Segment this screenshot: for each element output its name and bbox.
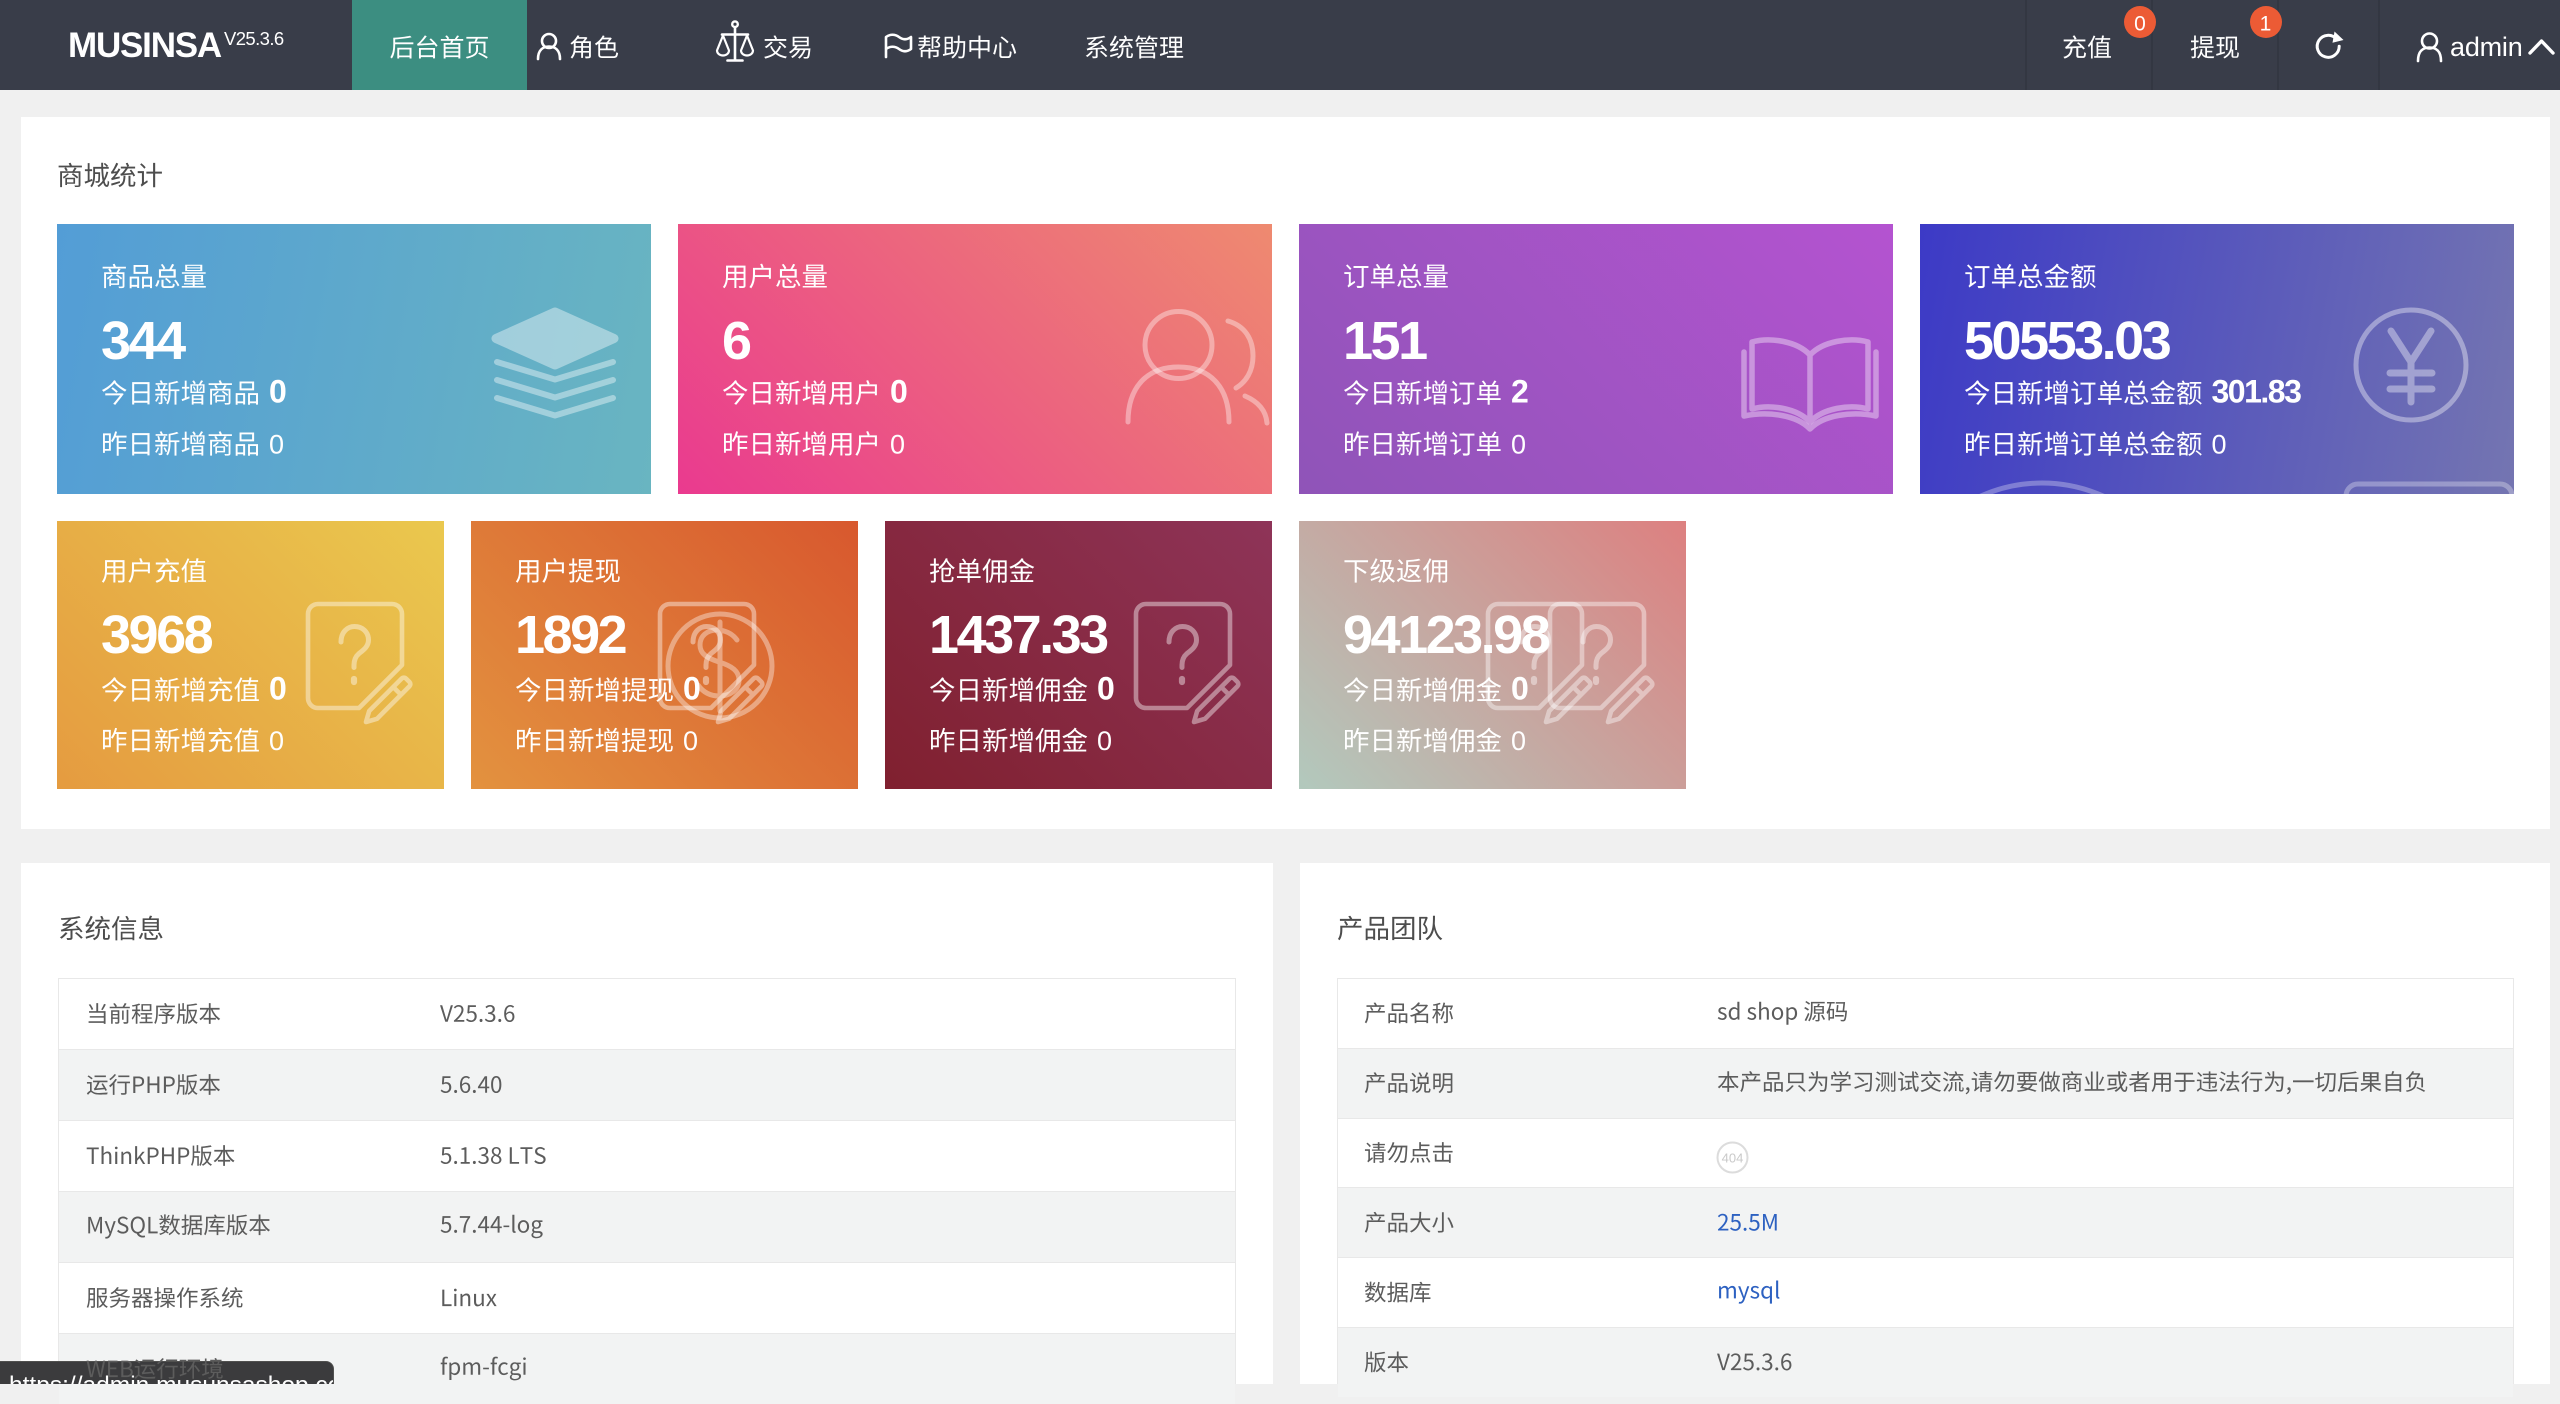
svg-text:50553.03: 50553.03 <box>1964 311 2171 371</box>
svg-text:6: 6 <box>722 311 751 371</box>
svg-text:0: 0 <box>890 374 907 410</box>
svg-text:V25.3.6: V25.3.6 <box>224 28 284 49</box>
svg-text:404: 404 <box>1722 1151 1744 1166</box>
svg-text:0: 0 <box>1097 671 1114 707</box>
svg-text:0: 0 <box>1097 726 1112 756</box>
svg-text:0: 0 <box>1511 430 1526 460</box>
svg-text:1892: 1892 <box>515 605 626 665</box>
svg-text:301.83: 301.83 <box>2212 374 2302 410</box>
svg-text:1437.33: 1437.33 <box>929 605 1108 665</box>
svg-text:151: 151 <box>1343 311 1427 371</box>
svg-text:0: 0 <box>2212 430 2227 460</box>
svg-text:1: 1 <box>2260 13 2272 36</box>
svg-text:94123.98: 94123.98 <box>1343 605 1550 665</box>
svg-text:0: 0 <box>269 671 286 707</box>
svg-text:0: 0 <box>269 374 286 410</box>
svg-text:344: 344 <box>101 311 186 371</box>
svg-text:0: 0 <box>890 430 905 460</box>
svg-text:admin: admin <box>2450 32 2523 62</box>
svg-text:0: 0 <box>683 726 698 756</box>
svg-text:0: 0 <box>683 671 700 707</box>
svg-text:0: 0 <box>269 726 284 756</box>
svg-text:0: 0 <box>269 430 284 460</box>
svg-text:3968: 3968 <box>101 605 213 665</box>
svg-text:0: 0 <box>1511 726 1526 756</box>
svg-text:2: 2 <box>1511 374 1528 410</box>
svg-text:0: 0 <box>1511 671 1528 707</box>
svg-text:MUSINSA: MUSINSA <box>68 26 222 65</box>
svg-text:0: 0 <box>2134 13 2146 36</box>
